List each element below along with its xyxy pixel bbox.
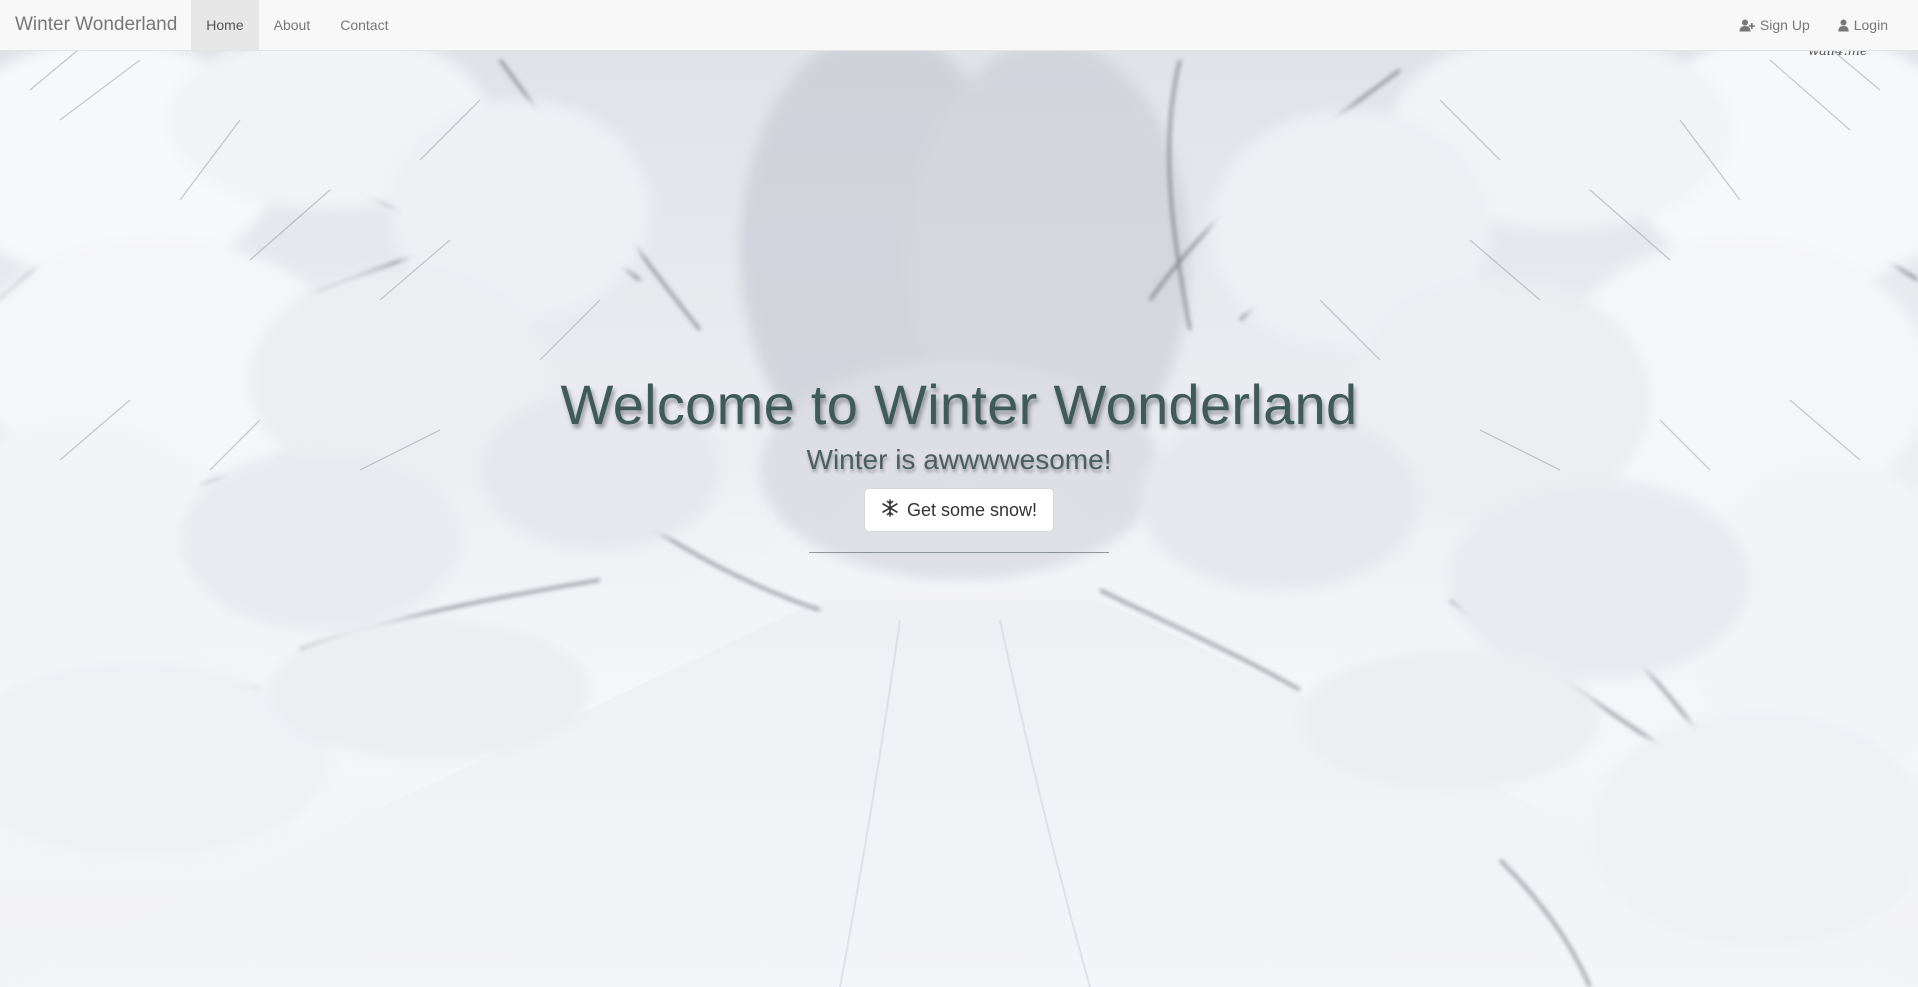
user-plus-icon: [1739, 19, 1755, 32]
main-nav: Home About Contact: [191, 0, 403, 50]
hero-title: Welcome to Winter Wonderland: [560, 373, 1358, 436]
login-label: Login: [1853, 17, 1888, 33]
sign-up-label: Sign Up: [1759, 17, 1810, 33]
snowflake-icon: [881, 498, 899, 522]
hero-subtitle: Winter is awwwwesome!: [806, 444, 1112, 475]
nav-home[interactable]: Home: [191, 0, 259, 50]
hero-divider: [809, 552, 1109, 553]
get-snow-button-label: Get some snow!: [906, 499, 1038, 520]
nav-about[interactable]: About: [259, 0, 326, 50]
login-link[interactable]: Login: [1824, 0, 1902, 50]
user-icon: [1838, 19, 1849, 32]
hero-section: Welcome to Winter Wonderland Winter is a…: [0, 370, 1918, 553]
top-navbar: Winter Wonderland Home About Contact Sig…: [0, 0, 1918, 51]
brand-link[interactable]: Winter Wonderland: [0, 0, 191, 50]
account-nav: Sign Up Login: [1725, 0, 1918, 50]
nav-contact[interactable]: Contact: [325, 0, 403, 50]
sign-up-link[interactable]: Sign Up: [1725, 0, 1824, 50]
get-snow-button[interactable]: Get some snow!: [863, 488, 1055, 532]
